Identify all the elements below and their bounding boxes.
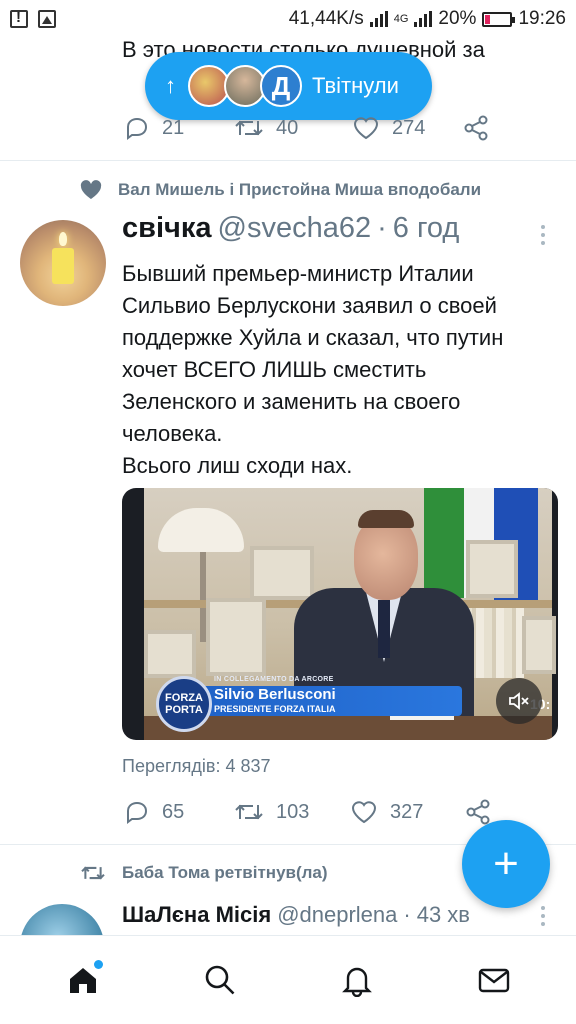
- signal-icon-2: [414, 11, 433, 27]
- candle-body: [52, 248, 74, 284]
- network-type: 4G: [393, 13, 409, 25]
- retweet-icon: [235, 120, 263, 136]
- view-count: Переглядів: 4 837: [122, 756, 271, 776]
- divider: [0, 160, 576, 161]
- network-speed: 41,44K/s: [288, 8, 364, 29]
- lower-third-role: PRESIDENTE FORZA ITALIA: [214, 704, 336, 714]
- bottom-navigation: [0, 935, 576, 1024]
- like-count: 327: [390, 800, 424, 823]
- tweet-text: Бывший премьер-министр Италии Сильвио Бе…: [122, 258, 562, 482]
- separator: ·: [403, 902, 411, 927]
- retweet-count: 103: [276, 800, 310, 823]
- more-options-icon[interactable]: [541, 906, 547, 926]
- separator: ·: [377, 212, 387, 244]
- share-icon: [464, 115, 488, 141]
- author-handle[interactable]: @svecha62: [218, 212, 372, 245]
- toast-avatar: Д: [260, 65, 302, 107]
- retweet-count: 40: [276, 116, 299, 139]
- retweet-button[interactable]: 40: [234, 115, 352, 141]
- status-bar: 41,44K/s 4G 20% 19:26: [0, 0, 576, 38]
- tweet-text-line: человека.: [122, 421, 223, 446]
- tweet-header: свічка @svecha62 · 6 год: [122, 212, 459, 245]
- toast-label: Твітнули: [312, 73, 399, 98]
- retweet-icon: [235, 804, 263, 820]
- photo-frame: [206, 598, 266, 676]
- tweet-time: 43 хв: [416, 902, 470, 927]
- photo-frame: [522, 616, 556, 674]
- author-handle[interactable]: @dneprlena: [277, 902, 397, 928]
- like-button[interactable]: 327: [350, 799, 464, 825]
- social-context-label: Баба Тома ретвітнув(ла): [122, 863, 328, 882]
- photo-frame: [250, 546, 314, 600]
- new-content-dot: [93, 960, 103, 969]
- mail-icon: [478, 968, 509, 993]
- social-context-label: Вал Мишель і Пристойна Миша вподобали: [118, 180, 482, 199]
- like-button[interactable]: 274: [352, 115, 462, 141]
- more-options-icon[interactable]: [541, 225, 547, 245]
- signal-icon: [369, 11, 388, 27]
- tweet-header: ШаЛєна Місія @dneprlena · 43 хв: [122, 902, 470, 928]
- like-count: 274: [392, 116, 426, 139]
- tweet-text-line: Сильвио Берлускони заявил о своей: [122, 293, 497, 318]
- reply-icon: [127, 801, 148, 824]
- candle-flame: [59, 232, 67, 246]
- logo-line: PORTA: [165, 704, 203, 716]
- alert-notification-icon: [10, 9, 28, 28]
- muted-speaker-icon: [509, 692, 529, 710]
- compose-tweet-button[interactable]: +: [462, 820, 550, 908]
- logo-line: FORZA: [165, 692, 203, 704]
- share-icon: [466, 799, 490, 825]
- reply-icon: [127, 117, 148, 140]
- plus-icon: +: [493, 839, 519, 888]
- tweet-text-line: Зеленского и заменить на своего: [122, 389, 461, 414]
- retweet-icon: [81, 866, 105, 880]
- overlay-caption: IN COLLEGAMENTO DA ARCORE: [214, 676, 334, 683]
- speaker-tie: [378, 600, 390, 658]
- top-tweet-actions: 21 40 274: [124, 114, 490, 142]
- clock: 19:26: [518, 8, 566, 29]
- speaker-hair: [358, 510, 414, 528]
- photo-frame: [466, 540, 518, 598]
- photo-frame: [144, 630, 196, 678]
- nav-home[interactable]: [53, 950, 113, 1010]
- tweet-text-line: Всього лиш сходи нах.: [122, 453, 353, 478]
- flag-green: [424, 488, 464, 598]
- social-context[interactable]: Баба Тома ретвітнув(ла): [80, 862, 328, 884]
- nav-search[interactable]: [190, 950, 250, 1010]
- author-name[interactable]: ШаЛєна Місія: [122, 902, 271, 928]
- tweet-text-line: поддержке Хуйла и сказал, что путин: [122, 325, 504, 350]
- share-button[interactable]: [462, 114, 490, 142]
- share-button[interactable]: [464, 798, 492, 826]
- new-tweets-toast[interactable]: ↑ Д Твітнули: [145, 52, 432, 120]
- search-icon: [205, 965, 234, 995]
- mute-button[interactable]: [496, 678, 542, 724]
- tweet-video[interactable]: FORZA PORTA IN COLLEGAMENTO DA ARCORE Si…: [122, 488, 558, 740]
- nav-notifications[interactable]: [327, 950, 387, 1010]
- heart-filled-icon: [80, 180, 102, 199]
- reply-count: 21: [162, 116, 185, 139]
- speaker-head: [354, 516, 418, 600]
- channel-logo: FORZA PORTA: [156, 676, 212, 732]
- image-notification-icon: [38, 10, 56, 28]
- reply-button[interactable]: 65: [124, 799, 234, 825]
- tweet-text-line: Бывший премьер-министр Италии: [122, 261, 474, 286]
- reply-count: 65: [162, 800, 185, 823]
- tweet-actions: 65 103 327: [124, 798, 492, 826]
- tweet-text-line: хочет ВСЕГО ЛИШЬ сместить: [122, 357, 427, 382]
- author-name[interactable]: свічка: [122, 212, 212, 245]
- bell-icon: [341, 967, 372, 997]
- avatar[interactable]: [20, 220, 106, 306]
- tweet-time: 6 год: [392, 212, 460, 244]
- arrow-up-icon: ↑: [165, 73, 176, 98]
- battery-percent: 20%: [438, 8, 477, 29]
- lower-third-name: Silvio Berlusconi: [214, 686, 336, 703]
- nav-messages[interactable]: [464, 950, 524, 1010]
- heart-icon: [353, 117, 379, 140]
- reply-button[interactable]: 21: [124, 115, 234, 141]
- home-icon: [69, 968, 96, 993]
- heart-icon: [351, 801, 377, 824]
- social-context[interactable]: Вал Мишель і Пристойна Миша вподобали: [80, 180, 481, 200]
- retweet-button[interactable]: 103: [234, 799, 350, 825]
- battery-icon: [482, 11, 516, 27]
